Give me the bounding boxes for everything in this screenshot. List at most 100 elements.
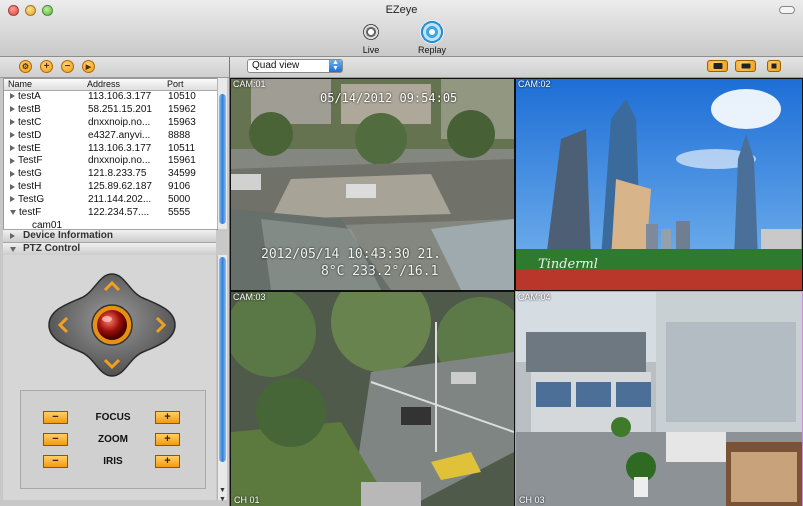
column-header-address[interactable]: Address [87,79,120,89]
disclosure-right-icon[interactable] [10,196,15,203]
list-item[interactable]: testH 125.89.62.187 9106 [4,181,217,194]
list-item[interactable]: testD e4327.anyvi... 8888 [4,130,217,143]
device-name-text: testD [18,129,42,141]
stop-icon [771,63,777,69]
device-port: 5555 [168,207,191,219]
device-name: TestG [10,194,44,205]
replay-button[interactable]: Replay [412,20,452,55]
device-list: Name Address Port testA 113.106.3.177 1051… [3,78,218,230]
list-item[interactable]: testB 58.251.15.201 15962 [4,104,217,117]
replay-label: Replay [417,45,446,55]
device-port: 15961 [168,155,196,167]
ptz-control-label: PTZ Control [23,243,81,254]
video-camera-icon [741,63,750,69]
device-name-text: testC [18,116,42,128]
disclosure-right-icon[interactable] [10,144,15,151]
view-mode-select[interactable]: Quad view ▲ ▼ [247,59,343,73]
camera-view-2[interactable]: CAM:02 Tinderml [516,79,802,290]
play-button[interactable]: ▶ [82,60,95,73]
disclosure-right-icon[interactable] [10,183,15,190]
add-device-button[interactable]: + [40,60,53,73]
camera-view-4[interactable]: CAM:04 CH 03 [515,291,803,506]
iris-plus-button[interactable]: + [155,455,180,468]
device-name-text: testH [18,181,42,193]
list-item[interactable]: testA 113.106.3.177 10510 [4,91,217,104]
list-item[interactable]: testF 122.234.57.... 5555 [4,207,217,220]
minus-icon: − [64,61,71,72]
focus-minus-button[interactable]: − [43,411,68,424]
device-address: 113.106.3.177 [88,142,152,154]
disclosure-right-icon[interactable] [10,132,15,139]
ptz-control-section[interactable]: PTZ Control [3,242,216,255]
device-name: testD [10,130,41,141]
video-grid: CAM:01 05/14/2012 09:54:05 2012/05/14 10… [230,78,803,506]
ptz-scrollbar[interactable] [217,255,227,500]
device-list-scrollbar[interactable] [217,78,227,229]
device-address: 211.144.202... [88,194,152,206]
device-port: 10511 [168,142,196,154]
stop-button[interactable] [767,60,781,72]
disclosure-right-icon [10,233,15,239]
column-header-port[interactable]: Port [167,79,184,89]
device-toolbar: ⚙ + − ▶ [0,57,229,78]
list-item[interactable]: TestG 211.144.202... 5000 [4,194,217,207]
device-name-text: testG [18,168,42,180]
osd-bottom-line-1: 2012/05/14 10:43:30 21. [261,247,442,262]
device-information-section[interactable]: Device Information [3,229,216,242]
list-item[interactable]: testE 113.106.3.177 10511 [4,143,217,156]
zoom-plus-button[interactable]: + [155,433,180,446]
device-port: 5000 [168,194,191,206]
device-name: testB [10,104,41,115]
scroll-down-arrow-icon[interactable]: ▼ [219,496,226,503]
camera-feed-3 [231,292,514,506]
disclosure-right-icon[interactable] [10,119,15,126]
camera-view-3[interactable]: CAM:03 CH 01 [231,292,514,506]
record-button[interactable] [735,60,756,72]
disclosure-down-icon[interactable] [10,209,16,215]
device-name-text: TestF [18,155,43,167]
channel-label-4: CH 03 [519,495,545,505]
ptz-joystick[interactable] [47,272,177,378]
device-port: 15963 [168,116,196,128]
disclosure-right-icon[interactable] [10,93,15,100]
scroll-down-arrow-icon[interactable]: ▼ [219,487,226,494]
device-name: testF [10,207,41,218]
list-item[interactable]: testC dnxxnoip.no... 15963 [4,117,217,130]
snapshot-button[interactable] [707,60,728,72]
play-icon: ▶ [85,64,92,71]
disclosure-right-icon[interactable] [10,170,15,177]
toolbar-toggle-button[interactable] [779,6,795,14]
disclosure-right-icon[interactable] [10,157,15,164]
camera-label-2: CAM:02 [518,79,551,89]
iris-label: IRIS [103,456,123,467]
column-header-name[interactable]: Name [8,79,32,89]
remove-device-button[interactable]: − [61,60,74,73]
camera-icon [713,63,722,69]
device-port: 8888 [168,129,191,141]
camera-view-1[interactable]: CAM:01 05/14/2012 09:54:05 2012/05/14 10… [231,79,514,290]
live-button[interactable]: Live [351,20,391,55]
focus-plus-button[interactable]: + [155,411,180,424]
device-information-label: Device Information [23,230,114,241]
disclosure-down-icon [10,247,16,252]
settings-button[interactable]: ⚙ [19,60,32,73]
disclosure-right-icon[interactable] [10,106,15,113]
list-item[interactable]: TestF dnxxnoip.no... 15961 [4,155,217,168]
device-port: 15962 [168,103,196,115]
zoom-minus-button[interactable]: − [43,433,68,446]
device-port: 34599 [168,168,196,180]
device-name: testA [10,91,41,102]
iris-minus-button[interactable]: − [43,455,68,468]
device-list-header: Name Address Port [4,79,217,91]
film-reel-icon [359,20,383,44]
device-address: 125.89.62.187 [88,181,152,193]
zoom-label: ZOOM [98,434,128,445]
osd-datetime: 05/14/2012 09:54:05 [320,91,458,105]
joystick-knob[interactable] [97,310,127,340]
lens-control-box: − FOCUS + − ZOOM + − IRIS + [20,390,206,489]
view-mode-value: Quad view [252,60,300,71]
list-item[interactable]: testG 121.8.233.75 34599 [4,168,217,181]
device-rows: testA 113.106.3.177 10510 testB 58.251.15.20… [4,91,217,220]
device-list-scroll-thumb[interactable] [219,94,226,224]
ptz-scroll-thumb[interactable] [219,257,226,462]
